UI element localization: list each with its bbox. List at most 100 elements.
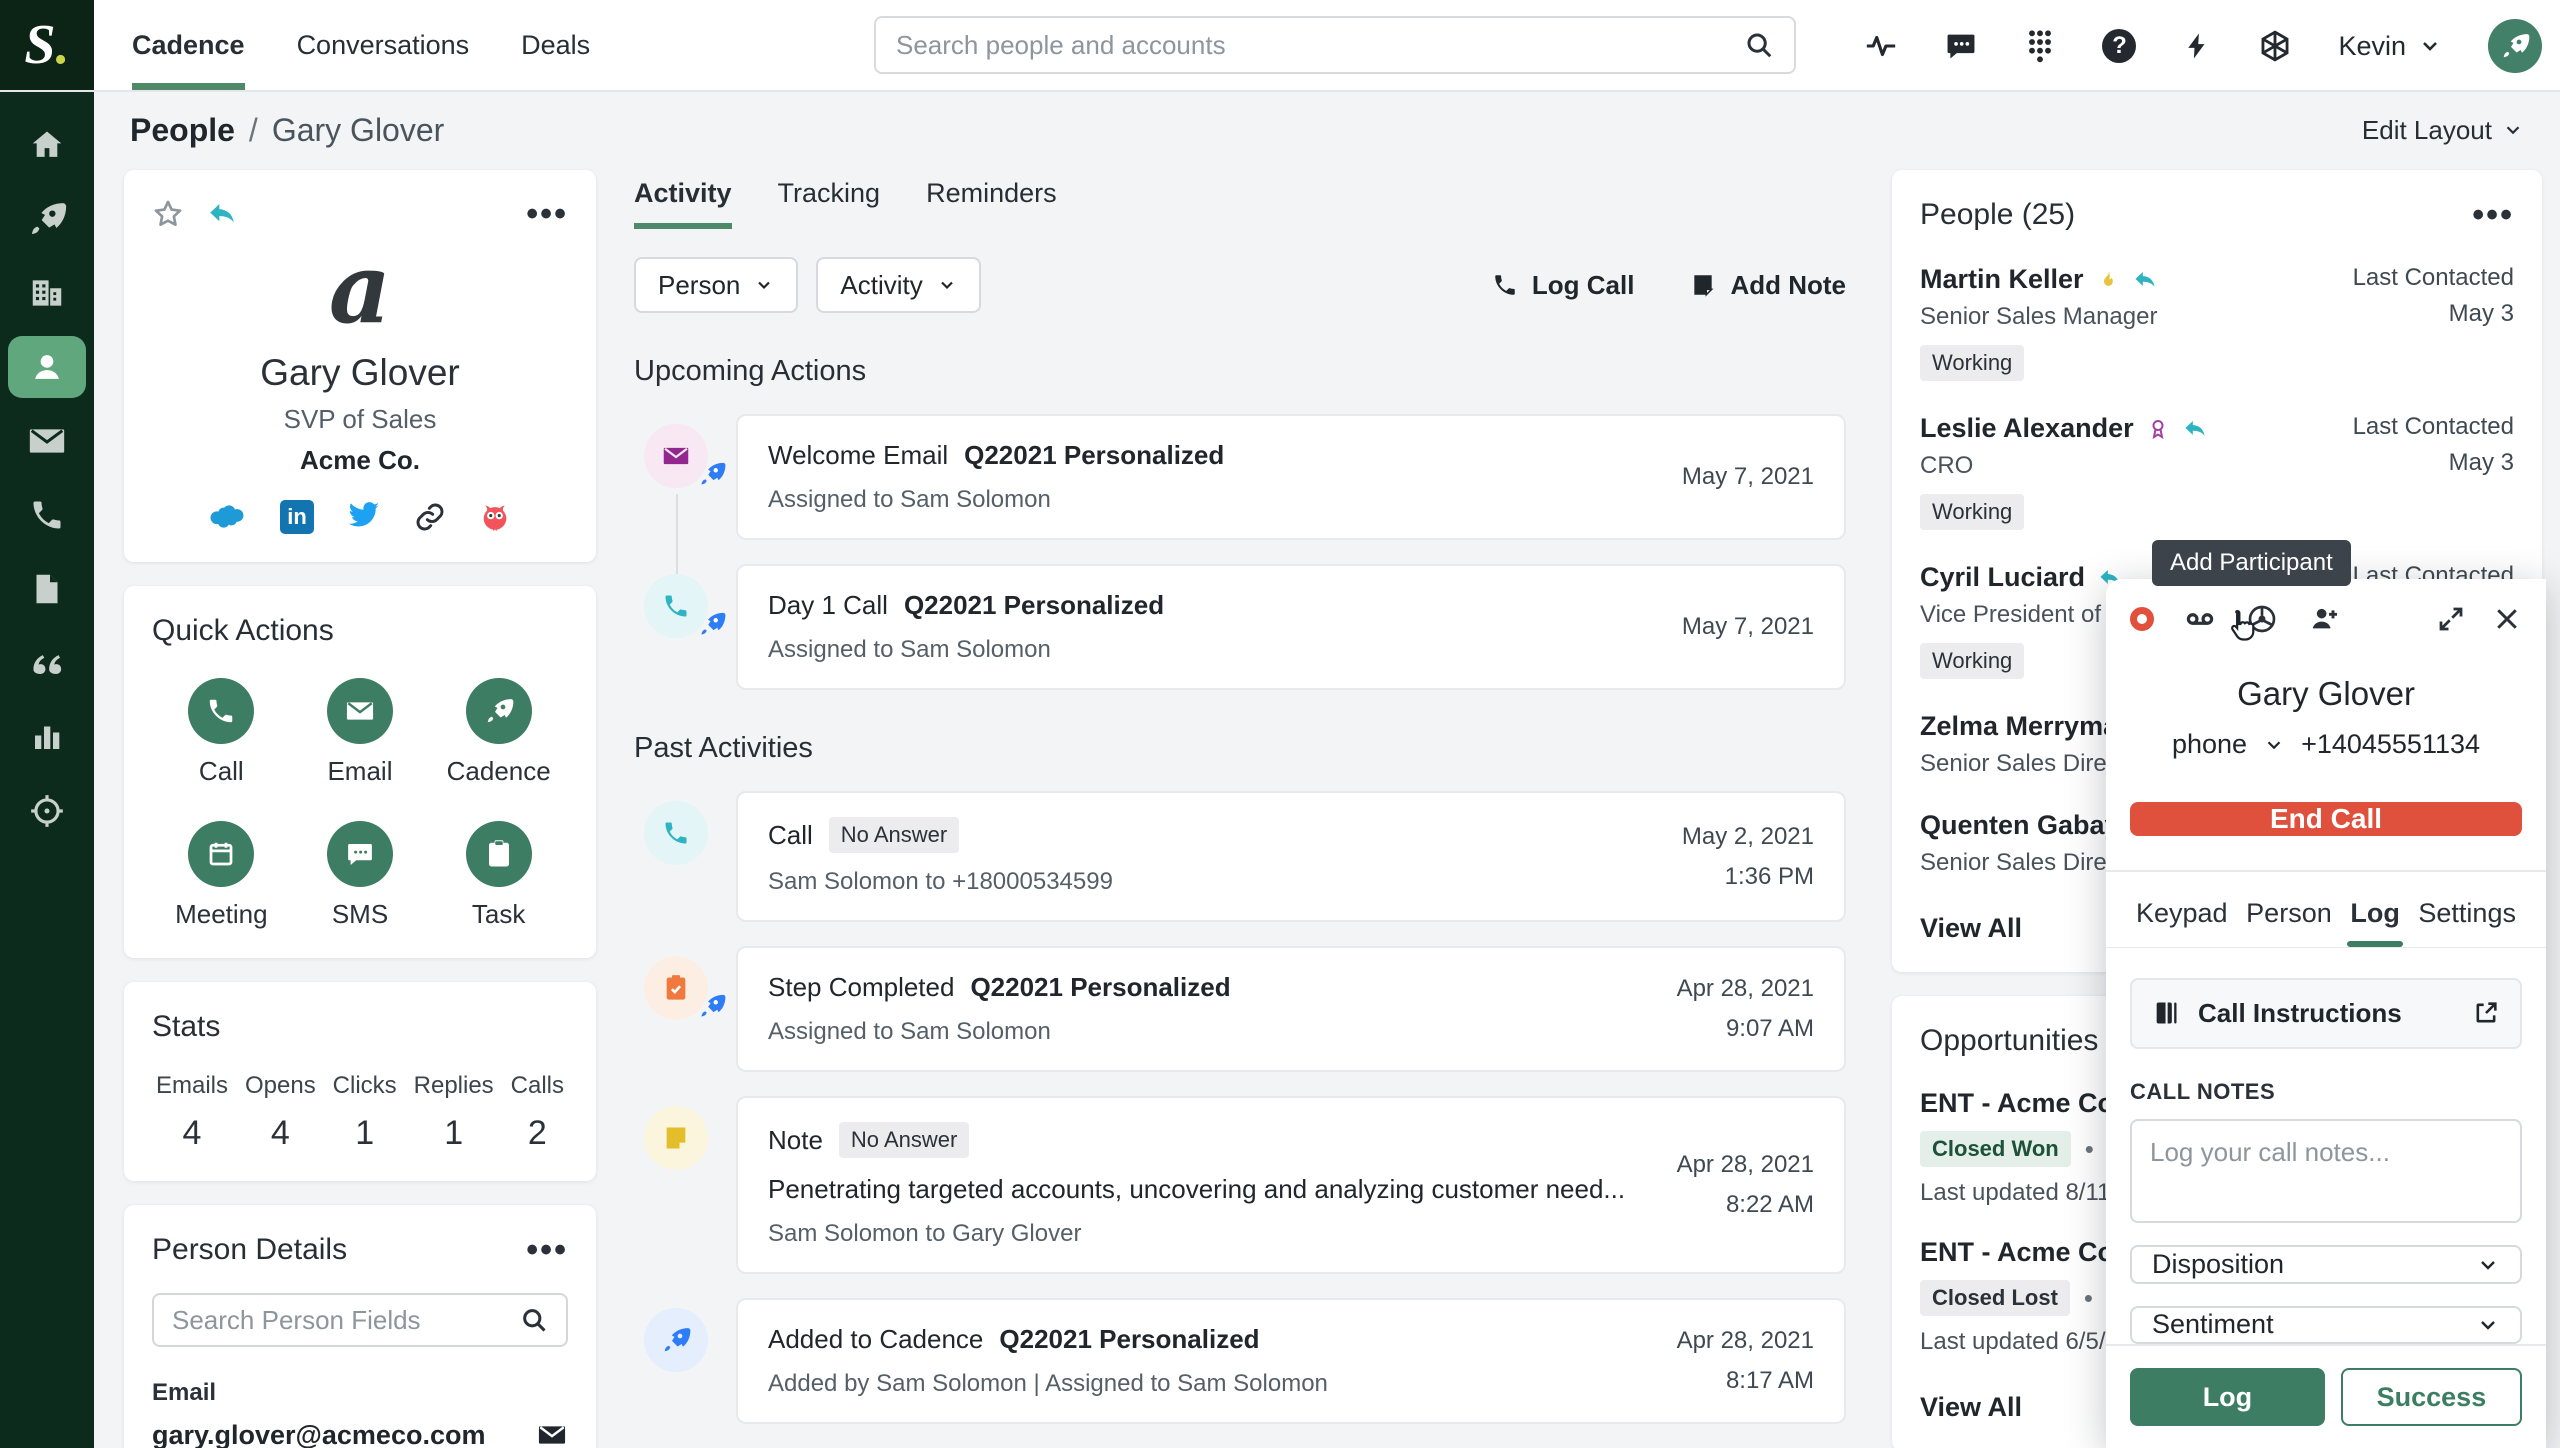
calendar-icon	[188, 821, 255, 887]
record-icon[interactable]	[2130, 607, 2154, 631]
success-button[interactable]: Success	[2340, 1368, 2522, 1427]
past-activities-title: Past Activities	[634, 732, 813, 764]
person-fields-search-input[interactable]	[172, 1304, 520, 1336]
more-options-icon[interactable]: •••	[526, 197, 568, 231]
people-row[interactable]: Martin Keller Senior Sales Manager Worki…	[1920, 264, 2514, 381]
link-icon[interactable]	[414, 501, 446, 533]
call-action-icon	[644, 574, 726, 638]
quick-action-label: Meeting	[175, 899, 268, 929]
search-icon[interactable]	[1744, 30, 1774, 60]
quick-action-label: Call	[198, 756, 244, 786]
help-icon[interactable]: ?	[2102, 29, 2137, 63]
quick-action-sms[interactable]: SMS	[326, 821, 393, 930]
add-participant-icon[interactable]	[2308, 603, 2342, 635]
email-icon[interactable]	[536, 1419, 568, 1448]
call-instructions-button[interactable]: Call Instructions	[2130, 977, 2522, 1049]
nav-cadence[interactable]: Cadence	[132, 0, 245, 90]
disposition-select[interactable]: Disposition	[2130, 1245, 2522, 1284]
reply-status-icon	[206, 198, 238, 230]
call-popup-person-name: Gary Glover	[2237, 675, 2415, 712]
linkedin-icon[interactable]: in	[280, 500, 314, 534]
user-avatar[interactable]	[2488, 19, 2542, 73]
log-call-button[interactable]: Log Call	[1492, 270, 1634, 301]
activity-card[interactable]: Step Completed Q22021 Personalized Assign…	[736, 946, 1846, 1072]
expand-icon[interactable]	[2436, 604, 2466, 634]
user-menu[interactable]: Kevin	[2338, 31, 2442, 62]
sidebar-calls[interactable]	[8, 478, 86, 552]
close-icon[interactable]	[2492, 604, 2522, 634]
field-value[interactable]: gary.glover@acmeco.com	[152, 1420, 485, 1448]
people-row[interactable]: Leslie Alexander CRO Working Last Contac…	[1920, 413, 2514, 530]
sidebar-accounts[interactable]	[8, 256, 86, 330]
call-popup-footer: Log Success	[2106, 1344, 2546, 1448]
upcoming-card[interactable]: Day 1 Call Q22021 Personalized Assigned t…	[736, 564, 1846, 690]
edit-layout-button[interactable]: Edit Layout	[2362, 115, 2524, 146]
activity-pulse-icon[interactable]	[1864, 29, 1898, 63]
tab-settings[interactable]: Settings	[2418, 898, 2516, 947]
person-fields-search[interactable]	[152, 1293, 568, 1347]
twitter-icon[interactable]	[346, 502, 382, 532]
upcoming-card[interactable]: Welcome Email Q22021 Personalized Assigne…	[736, 414, 1846, 540]
call-notes-textarea[interactable]	[2130, 1118, 2522, 1224]
activity-filter-dropdown[interactable]: Activity	[816, 257, 981, 313]
activity-card[interactable]: Call No Answer Sam Solomon to +1800053459…	[736, 791, 1846, 922]
call-phone-selector[interactable]: phone +14045551134	[2130, 729, 2522, 760]
search-icon[interactable]	[520, 1306, 548, 1334]
salesloft-logo[interactable]: S.	[0, 0, 94, 90]
tab-reminders[interactable]: Reminders	[926, 178, 1057, 229]
owler-icon[interactable]	[478, 500, 512, 534]
lightning-icon[interactable]	[2182, 29, 2212, 63]
quick-actions-card: Quick Actions Call Email Cadence Meeting	[124, 586, 596, 958]
add-note-button[interactable]: Add Note	[1690, 270, 1846, 301]
stage-badge: Working	[1920, 345, 2025, 381]
quick-action-task[interactable]: Task	[465, 821, 532, 930]
more-options-icon[interactable]: •••	[2472, 198, 2514, 232]
chevron-down-icon	[2267, 740, 2281, 749]
breadcrumb-section[interactable]: People	[130, 112, 235, 149]
quick-action-meeting[interactable]: Meeting	[175, 821, 268, 930]
tab-activity[interactable]: Activity	[634, 178, 732, 229]
breadcrumb-separator: /	[248, 111, 258, 148]
sidebar-email[interactable]	[8, 404, 86, 478]
sidebar-hot-leads[interactable]	[8, 774, 86, 848]
sidebar-analytics[interactable]	[8, 700, 86, 774]
end-call-button[interactable]: End Call	[2130, 802, 2522, 837]
tab-keypad[interactable]: Keypad	[2136, 898, 2228, 947]
activity-card[interactable]: Added to Cadence Q22021 Personalized Adde…	[736, 1298, 1846, 1424]
global-search-input[interactable]	[896, 29, 1744, 61]
person-filter-dropdown[interactable]: Person	[634, 257, 799, 313]
apps-hexagon-icon[interactable]	[2258, 29, 2292, 63]
topbar-actions: ? Kevin	[1864, 0, 2542, 92]
tab-person[interactable]: Person	[2246, 898, 2332, 947]
salesforce-icon[interactable]	[208, 502, 248, 532]
call-popup-tabs: Keypad Person Log Settings	[2130, 872, 2522, 947]
sidebar-cadence[interactable]	[8, 182, 86, 256]
person-company[interactable]: Acme Co.	[152, 445, 568, 476]
person-name: Gary Glover	[260, 352, 460, 393]
sidebar-content[interactable]	[8, 552, 86, 626]
voicemail-drop-icon[interactable]	[2184, 603, 2216, 635]
nav-deals[interactable]: Deals	[521, 0, 590, 90]
quick-action-cadence[interactable]: Cadence	[447, 678, 551, 787]
quick-action-email[interactable]: Email	[326, 678, 393, 787]
more-options-icon[interactable]: •••	[526, 1233, 568, 1267]
sentiment-label: Sentiment	[2152, 1309, 2274, 1340]
nav-conversations[interactable]: Conversations	[297, 0, 470, 90]
phone-type-label[interactable]: phone	[2172, 729, 2247, 760]
quick-action-call[interactable]: Call	[188, 678, 255, 787]
sidebar-coaching[interactable]	[8, 626, 86, 700]
star-icon[interactable]	[152, 198, 184, 230]
sidebar-home[interactable]	[8, 108, 86, 182]
upcoming-item: Welcome Email Q22021 Personalized Assigne…	[634, 414, 1846, 612]
activity-card[interactable]: Note No Answer Penetrating targeted accoun…	[736, 1096, 1846, 1274]
sidebar-people[interactable]	[8, 336, 86, 398]
call-popup: Gary Glover phone +14045551134 End Call …	[2106, 579, 2546, 1448]
log-button[interactable]: Log	[2130, 1368, 2325, 1427]
global-search[interactable]	[874, 16, 1796, 74]
tab-log[interactable]: Log	[2350, 898, 2399, 947]
sentiment-select[interactable]: Sentiment	[2130, 1305, 2522, 1345]
messages-icon[interactable]	[1944, 29, 1978, 63]
tab-tracking[interactable]: Tracking	[778, 178, 881, 229]
dialpad-icon[interactable]	[2024, 28, 2056, 64]
edit-layout-label: Edit Layout	[2361, 114, 2492, 145]
